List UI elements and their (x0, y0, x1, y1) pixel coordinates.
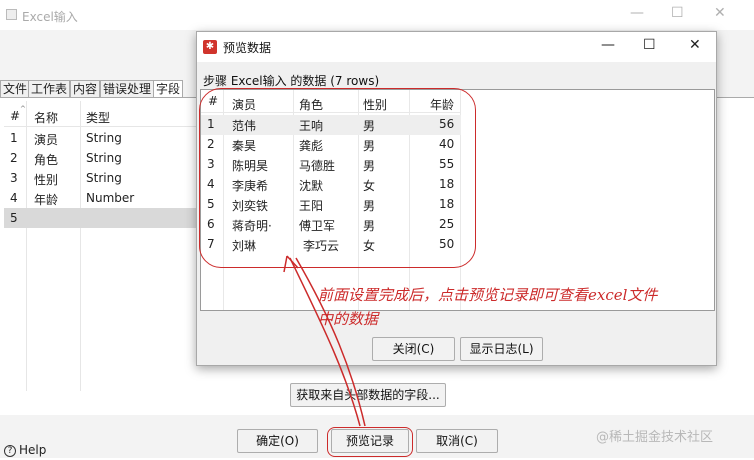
annotation-line-1: 前面设置完成后，点击预览记录即可查看excel文件 (318, 286, 658, 304)
annotation-arrow (283, 255, 366, 427)
annotation-text: 前面设置完成后，点击预览记录即可查看excel文件 中的数据 (318, 283, 754, 331)
annotation-line-2: 中的数据 (318, 310, 379, 328)
